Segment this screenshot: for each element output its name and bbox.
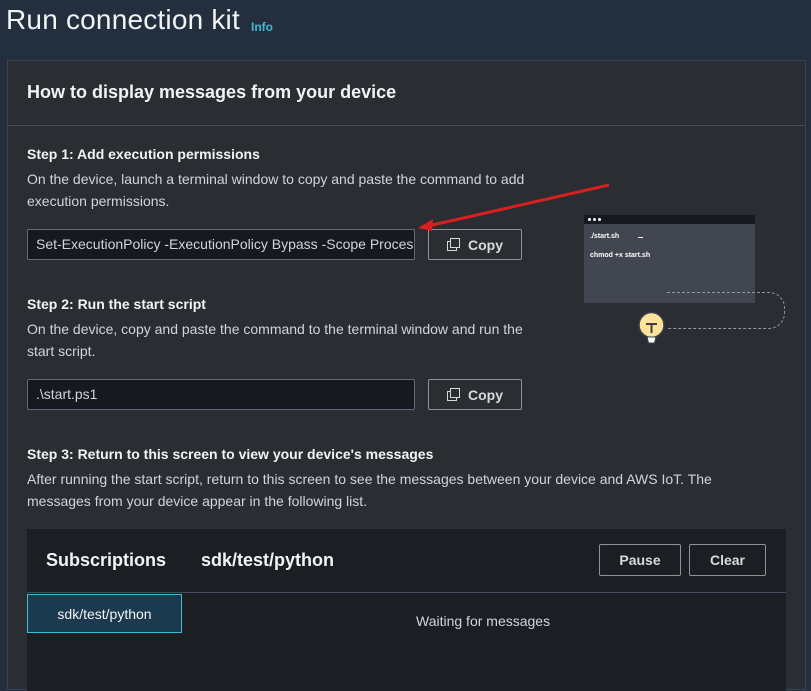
copy-label: Copy (468, 386, 503, 403)
step1-copy-button[interactable]: Copy (428, 229, 522, 260)
topic-heading: sdk/test/python (201, 550, 335, 570)
step3-desc-line1: After running the start script, return t… (27, 471, 712, 487)
copy-icon (447, 388, 460, 401)
clear-button[interactable]: Clear (689, 544, 766, 576)
step1-desc-line2: execution permissions. (27, 193, 170, 209)
copy-icon (447, 238, 460, 251)
step3-desc-line2: messages from your device appear in the … (27, 493, 368, 509)
subscriptions-heading: Subscriptions (46, 550, 167, 570)
dashed-connector (667, 292, 785, 329)
terminal-illustration: ./start.sh chmod +x start.sh (584, 215, 755, 303)
subscription-item[interactable]: sdk/test/python (27, 594, 182, 633)
lightbulb-icon (638, 312, 665, 344)
page-title: Run connection kit (6, 4, 240, 35)
messages-viewer: Subscriptions sdk/test/python Pause Clea… (27, 529, 786, 691)
info-link[interactable]: Info (251, 20, 273, 34)
step2-copy-button[interactable]: Copy (428, 379, 522, 410)
step3-title: Step 3: Return to this screen to view yo… (27, 446, 434, 462)
panel-title: How to display messages from your device (27, 82, 397, 102)
terminal-cursor (638, 237, 643, 238)
step1-title: Step 1: Add execution permissions (27, 146, 260, 162)
step1-command-field[interactable]: Set-ExecutionPolicy -ExecutionPolicy Byp… (27, 229, 415, 260)
terminal-titlebar (584, 215, 755, 224)
connection-kit-panel: How to display messages from your device… (7, 60, 806, 691)
step2-command-field[interactable]: .\start.ps1 (27, 379, 415, 410)
pause-button[interactable]: Pause (599, 544, 681, 576)
messages-header: Subscriptions sdk/test/python Pause Clea… (27, 529, 786, 593)
step2-desc-line2: start script. (27, 343, 96, 359)
waiting-message: Waiting for messages (416, 613, 551, 629)
step2-desc-line1: On the device, copy and paste the comman… (27, 321, 523, 337)
terminal-line-1: ./start.sh (590, 233, 620, 240)
copy-label: Copy (468, 236, 503, 253)
terminal-line-2: chmod +x start.sh (590, 252, 651, 259)
step2-title: Step 2: Run the start script (27, 296, 206, 312)
panel-header: How to display messages from your device (8, 61, 805, 126)
step1-desc-line1: On the device, launch a terminal window … (27, 171, 525, 187)
